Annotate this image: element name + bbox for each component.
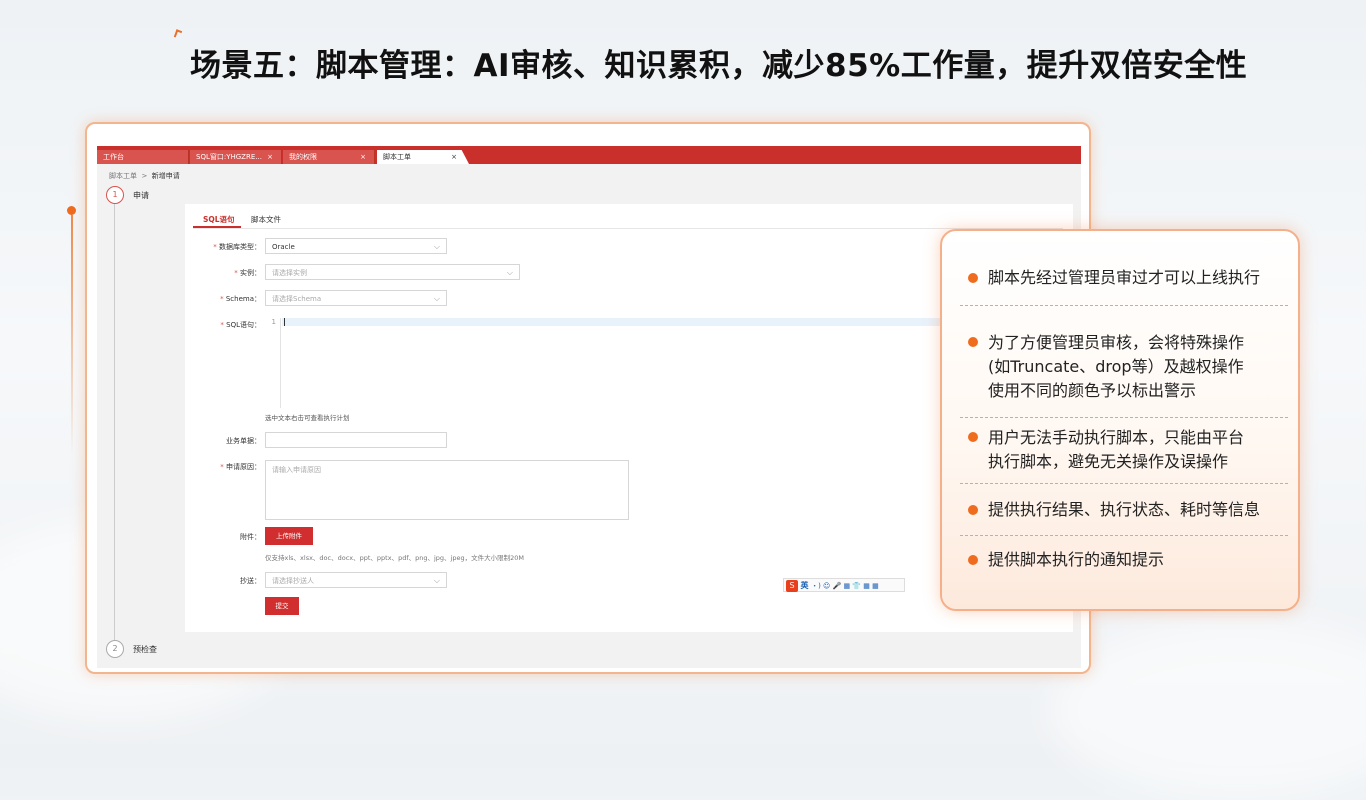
business-no-label: 业务单据： [226,437,261,445]
cc-select[interactable]: 请选择抄送人 ⌵ [265,572,447,588]
feature-item-5: 提供脚本执行的通知提示 [988,550,1165,569]
slide-title: 场景五：脚本管理：AI审核、知识累积，减少85%工作量，提升双倍安全性 [190,48,1248,84]
bullet-dot [968,432,978,442]
tab-label: 我的权限 [289,153,317,161]
schema-select[interactable]: 请选择Schema ⌵ [265,290,447,306]
dashed-divider [960,535,1288,536]
breadcrumb-current: 新增申请 [151,172,180,180]
feature-item-3: 用户无法手动执行脚本，只能由平台 执行脚本，避免无关操作及误操作 [988,428,1245,471]
dashed-divider [960,305,1288,306]
sql-hint: 选中文本右击可查看执行计划 [265,414,350,422]
attachment-hint: 仅支持xls、xlsx、doc、docx、ppt、pptx、pdf、png、jp… [265,554,524,562]
app-window: 工作台 SQL窗口:YHGZRE... × 我的权限 × 脚本工单 × 脚本工单… [97,146,1081,668]
reason-textarea[interactable]: 请输入申请原因 [265,460,629,520]
db-type-value: Oracle [272,243,295,251]
ime-toolbar[interactable]: S 英 ・) ☺ 🎤 ▦ 👕 ▦ ▦ [783,578,905,592]
schema-label: * Schema： [220,295,261,303]
db-type-select[interactable]: Oracle ⌵ [265,238,447,254]
sql-label: * SQL语句： [220,321,261,329]
background-cloud [1050,620,1366,800]
close-icon[interactable]: × [360,150,366,164]
tab-script-file[interactable]: 脚本文件 [251,214,281,225]
title-accent-mark [173,29,183,39]
bullet-dot [968,337,978,347]
step-2-circle: 2 [106,640,124,658]
step-2-label: 预检查 [133,645,157,654]
db-type-label: * 数据库类型： [213,243,261,251]
ime-tool-icons[interactable]: ・) ☺ 🎤 ▦ 👕 ▦ ▦ [811,582,879,590]
chevron-down-icon: ⌵ [506,268,513,277]
cc-label: 抄送： [240,577,261,585]
tab-workbench[interactable]: 工作台 [97,150,189,164]
tab-divider [193,228,1063,229]
tab-script-ticket[interactable]: 脚本工单 × [377,150,469,164]
close-icon[interactable]: × [267,150,273,164]
instance-placeholder: 请选择实例 [272,269,307,277]
instance-label: * 实例： [234,269,261,277]
chevron-down-icon: ⌵ [433,294,440,303]
dashed-divider [960,483,1288,484]
attachment-label: 附件： [240,533,261,541]
timeline-dot [67,206,76,215]
submit-button[interactable]: 提交 [265,597,299,615]
text-cursor [284,318,285,326]
tab-label: SQL窗口:YHGZRE... [196,153,262,161]
feature-item-4: 提供执行结果、执行状态、耗时等信息 [988,500,1261,519]
sogou-logo-icon: S [786,580,798,592]
bullet-dot [968,555,978,565]
tab-label: 脚本工单 [383,153,411,161]
breadcrumb-separator: > [141,172,148,180]
tab-sql-statement[interactable]: SQL语句 [203,214,235,225]
tab-bar: 工作台 SQL窗口:YHGZRE... × 我的权限 × 脚本工单 × [97,146,1081,164]
breadcrumb: 脚本工单 > 新增申请 [109,171,180,181]
business-no-input[interactable] [265,432,447,448]
tab-label: 工作台 [103,153,124,161]
dashed-divider [960,417,1288,418]
chevron-down-icon: ⌵ [433,576,440,585]
timeline-line [71,215,73,455]
tab-my-permissions[interactable]: 我的权限 × [283,150,375,164]
bullet-dot [968,273,978,283]
cc-placeholder: 请选择抄送人 [272,577,314,585]
instance-select[interactable]: 请选择实例 ⌵ [265,264,520,280]
step-connector [114,201,115,641]
chevron-down-icon: ⌵ [433,242,440,251]
feature-item-2: 为了方便管理员审核，会将特殊操作 (如Truncate、drop等）及越权操作 … [988,333,1245,400]
breadcrumb-parent[interactable]: 脚本工单 [109,172,137,180]
feature-item-1: 脚本先经过管理员审过才可以上线执行 [988,268,1261,287]
step-1-label: 申请 [133,191,149,200]
ime-mode-label[interactable]: 英 [801,581,809,590]
close-icon[interactable]: × [451,150,457,164]
bullet-dot [968,505,978,515]
line-number-gutter: 1 [265,318,281,408]
feature-callout-panel: 脚本先经过管理员审过才可以上线执行 为了方便管理员审核，会将特殊操作 (如Tru… [940,229,1300,611]
tab-sql-window[interactable]: SQL窗口:YHGZRE... × [190,150,282,164]
schema-placeholder: 请选择Schema [272,295,322,303]
upload-attachment-button[interactable]: 上传附件 [265,527,313,545]
step-1-circle: 1 [106,186,124,204]
reason-label: * 申请原因： [220,463,261,471]
